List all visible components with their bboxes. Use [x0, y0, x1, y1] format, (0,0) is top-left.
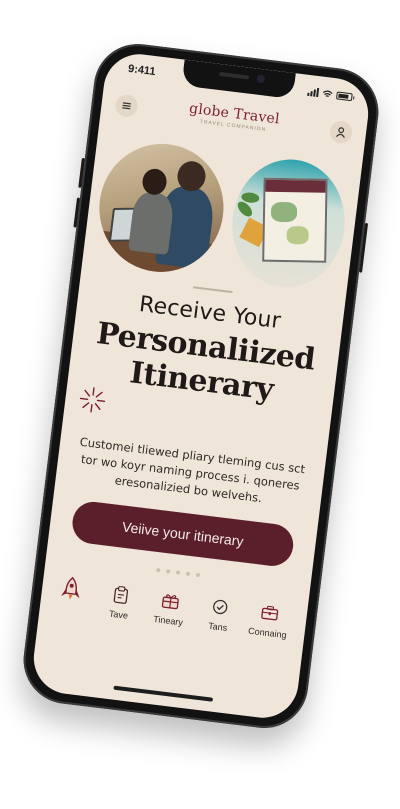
clipboard-icon: [109, 583, 134, 608]
speaker-grille: [218, 71, 250, 80]
tab-bar: Tave Tineary Tans Connaing: [35, 574, 308, 678]
person-head-2: [141, 167, 169, 197]
tab-connaing[interactable]: Connaing: [242, 599, 296, 641]
tab-tineary[interactable]: Tineary: [143, 587, 197, 629]
tab-home[interactable]: [45, 575, 98, 607]
tab-label: Connaing: [247, 625, 288, 641]
wifi-icon: [322, 90, 333, 97]
stage: 9:411 globe Travel TRAVEL COMPANION Rece…: [0, 0, 400, 809]
map-land-2: [286, 226, 309, 245]
map: [262, 177, 328, 263]
phone-screen: 9:411 globe Travel TRAVEL COMPANION Rece…: [29, 50, 373, 722]
home-indicator[interactable]: [113, 685, 214, 702]
tab-label: Tave: [108, 608, 129, 621]
sparkle-icon: [76, 383, 109, 416]
hero-images: [92, 136, 352, 296]
front-camera: [256, 74, 266, 84]
pager-dot[interactable]: [185, 571, 191, 577]
user-icon: [335, 127, 345, 138]
pager-dot[interactable]: [175, 570, 181, 575]
people-planning-photo: [92, 136, 231, 279]
gift-icon: [158, 589, 183, 614]
map-itinerary-photo: [225, 153, 352, 294]
battery-icon: [336, 90, 353, 101]
phone-device: 9:411 globe Travel TRAVEL COMPANION Rece…: [18, 39, 384, 733]
map-land: [270, 201, 298, 223]
briefcase-icon: [258, 601, 283, 626]
tab-label: Tans: [207, 620, 228, 633]
description: Customei tliewed pliary tleming cus sct …: [79, 434, 306, 506]
check-circle-icon: [208, 595, 233, 620]
tab-tave[interactable]: Tave: [93, 581, 147, 623]
status-icons: [307, 87, 353, 101]
rocket-icon: [59, 576, 84, 601]
headline: Receive Your Personaliized Itinerary: [67, 284, 343, 415]
pager-dot[interactable]: [165, 569, 171, 574]
tab-tans[interactable]: Tans: [192, 593, 246, 635]
tab-label: Tineary: [152, 613, 184, 628]
receive-itinerary-button[interactable]: Veiive your itinerary: [70, 499, 296, 569]
pager-dot[interactable]: [195, 572, 201, 578]
pager-dot[interactable]: [156, 567, 161, 573]
map-header: [265, 179, 326, 193]
divider: [192, 286, 233, 294]
signal-icon: [307, 87, 320, 98]
status-time: 9:411: [127, 62, 157, 79]
person-shirt: [128, 190, 176, 255]
